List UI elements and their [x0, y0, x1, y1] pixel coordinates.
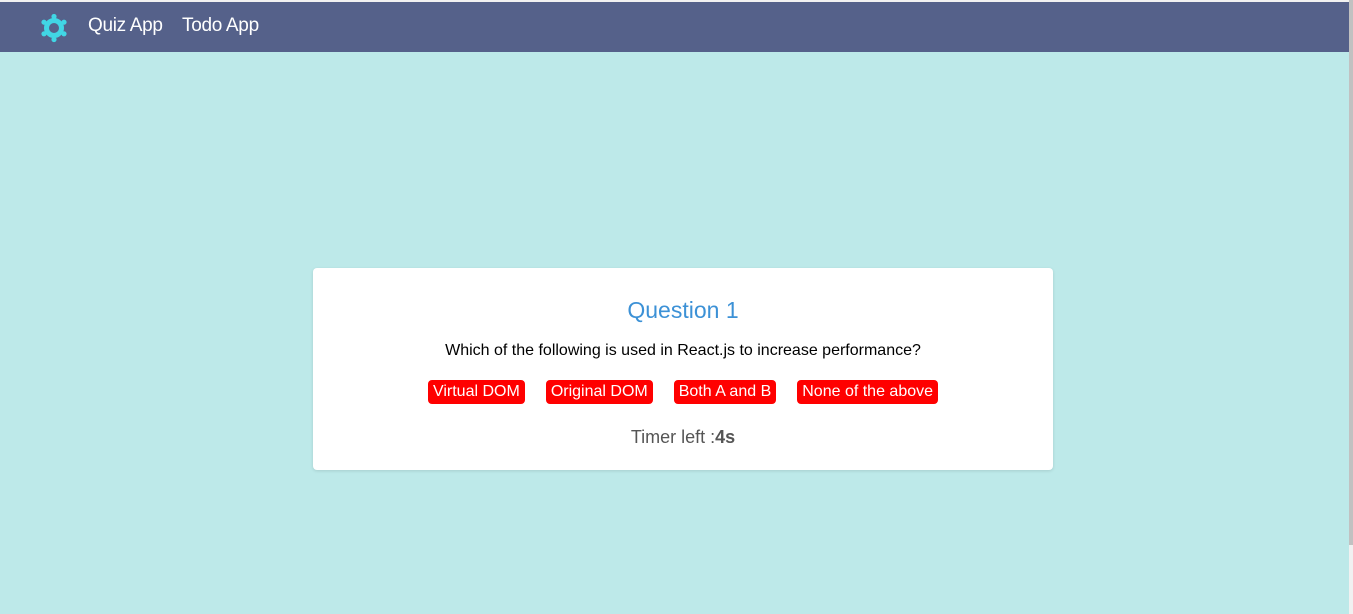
nav-link-todo-app[interactable]: Todo App	[182, 15, 259, 37]
question-text: Which of the following is used in React.…	[445, 342, 921, 359]
question-title: Question 1	[627, 297, 739, 323]
navbar: Quiz App Todo App	[0, 2, 1349, 52]
answer-options: Virtual DOM Original DOM Both A and B No…	[313, 380, 1053, 404]
timer-label: Timer left :	[630, 427, 716, 447]
option-button-original-dom[interactable]: Original DOM	[545, 380, 653, 404]
option-button-both-a-and-b[interactable]: Both A and B	[673, 380, 777, 404]
react-logo-icon[interactable]	[38, 12, 70, 44]
scrollbar-track[interactable]	[1349, 0, 1353, 614]
nav-link-quiz-app[interactable]: Quiz App	[88, 15, 163, 37]
timer: Timer left :4s	[313, 427, 1053, 448]
question-card: Question 1 Which of the following is use…	[313, 268, 1053, 470]
scrollbar-thumb[interactable]	[1349, 0, 1353, 545]
option-button-virtual-dom[interactable]: Virtual DOM	[427, 380, 525, 404]
timer-value: 4s	[715, 427, 736, 447]
option-button-none-of-the-above[interactable]: None of the above	[797, 380, 939, 404]
